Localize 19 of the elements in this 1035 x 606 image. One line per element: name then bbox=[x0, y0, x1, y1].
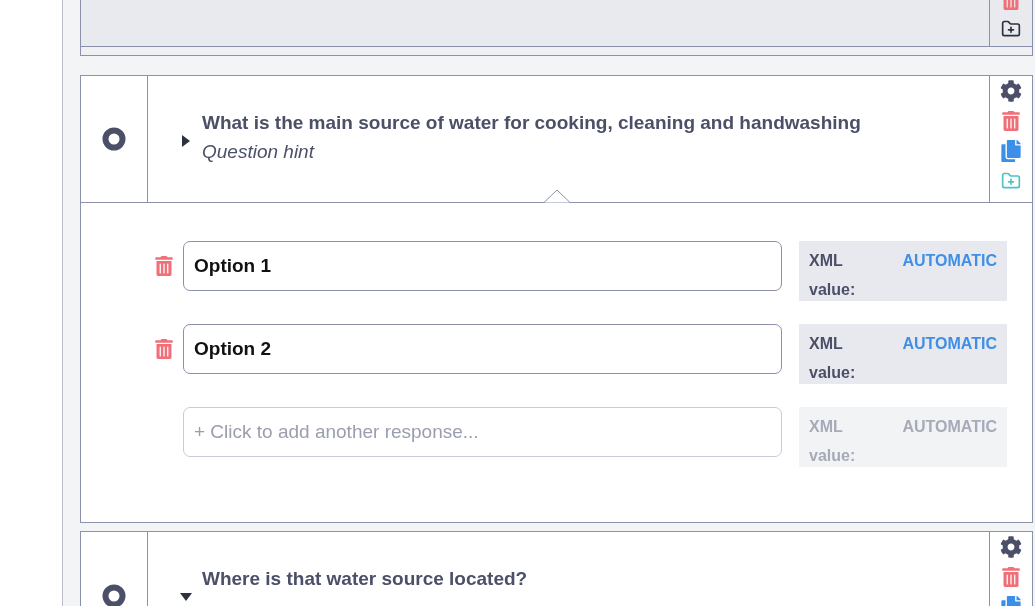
question-hint[interactable]: Question hint bbox=[202, 141, 861, 163]
radio-icon bbox=[102, 583, 126, 606]
xml-value-label: XML value: bbox=[809, 251, 857, 300]
trash-icon[interactable] bbox=[1001, 567, 1021, 587]
xml-value-label: XML value: bbox=[809, 417, 857, 466]
question-title[interactable]: What is the main source of water for cooking, cleaning and handwashing bbox=[202, 112, 861, 134]
settings-icon[interactable] bbox=[1000, 80, 1022, 102]
trash-icon[interactable] bbox=[1001, 111, 1021, 131]
question-title[interactable]: Where is that water source located? bbox=[202, 568, 528, 590]
option-field[interactable]: Option 2 bbox=[183, 324, 782, 374]
copy-icon[interactable] bbox=[1000, 140, 1022, 162]
xml-value-label: XML value: bbox=[809, 334, 857, 383]
trash-icon[interactable] bbox=[154, 256, 174, 276]
radio-icon bbox=[102, 127, 126, 151]
trash-icon[interactable] bbox=[154, 339, 174, 359]
folder-plus-icon[interactable] bbox=[1001, 19, 1021, 39]
settings-icon[interactable] bbox=[1000, 536, 1022, 558]
add-response-field[interactable]: + Click to add another response... bbox=[183, 407, 782, 457]
option-field[interactable]: Option 1 bbox=[183, 241, 782, 291]
